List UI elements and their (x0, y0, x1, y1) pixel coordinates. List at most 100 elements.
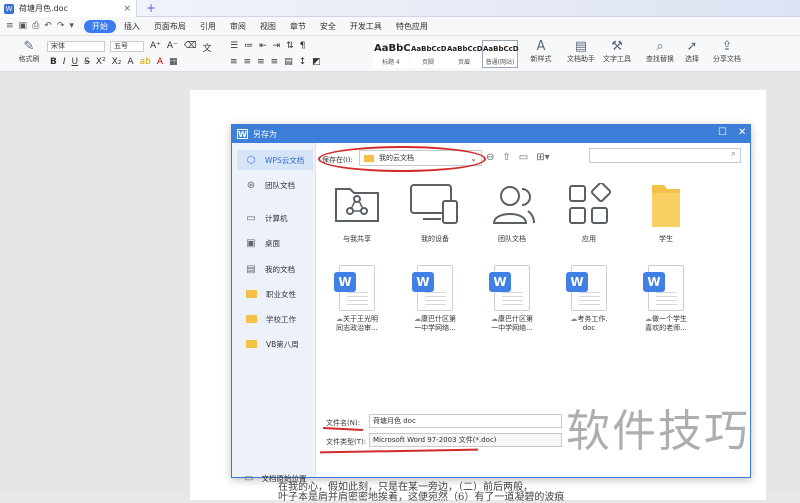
chevron-down-icon[interactable]: ▾ (69, 21, 74, 31)
highlight-icon[interactable]: ab (140, 57, 151, 67)
menu-hamburger-icon[interactable]: ≡ (6, 21, 14, 31)
style-preset[interactable]: AaBbCcDd 页脚 (410, 40, 452, 68)
filetype-select[interactable]: Microsoft Word 97-2003 文件(*.doc) (369, 433, 562, 447)
format-painter-label: 格式刷 (18, 55, 40, 63)
print-icon[interactable]: ⎙ (32, 21, 39, 31)
sort-icon[interactable]: ⇅ (286, 41, 294, 51)
close-icon[interactable]: ✕ (738, 127, 746, 138)
menu-item[interactable]: 审阅 (224, 20, 252, 33)
document-file-tile[interactable]: W ☁康巴什区第 一中学网络... (400, 265, 470, 333)
select-button[interactable]: ➚ 选择 (680, 40, 704, 64)
sidebar-item[interactable]: 学校工作 (237, 309, 313, 329)
redo-icon[interactable]: ↷ (57, 21, 65, 31)
phonetic-icon[interactable]: 文 (203, 41, 212, 54)
shading-icon[interactable]: ◩ (312, 57, 321, 67)
font-name-select[interactable]: 宋体 (47, 41, 105, 52)
document-file-tile[interactable]: W ☁康巴什区第 一中学网络... (477, 265, 547, 333)
word-doc-icon: W (4, 3, 14, 14)
view-mode-icon[interactable]: ⊞▾ (536, 152, 549, 163)
menu-row: ≡ ▣ ⎙ ↶ ↷ ▾ 开始 插入 页面布局 引用 审阅 视图 章节 安全 开发工具 特色应用 (0, 17, 800, 36)
text-effect-icon[interactable]: A (127, 57, 133, 67)
document-file-tile[interactable]: W ☁做一个学生 喜欢的老师... (631, 265, 701, 333)
bold-icon[interactable]: B (50, 57, 57, 67)
search-icon: ⌕ (730, 149, 736, 159)
new-tab-button[interactable]: + (146, 1, 156, 15)
search-input[interactable]: ⌕ (589, 148, 741, 163)
location-tile[interactable]: 应用 (554, 181, 624, 244)
text-tools-button[interactable]: ⚒ 文字工具 (600, 40, 634, 64)
font-size-select[interactable]: 五号 (110, 41, 144, 52)
menu-item[interactable]: 章节 (284, 20, 312, 33)
find-replace-button[interactable]: ⌕ 查找替换 (643, 40, 677, 64)
menu-item[interactable]: 特色应用 (390, 20, 434, 33)
new-folder-icon[interactable]: ▭ (519, 152, 528, 163)
new-style-icon: A (536, 39, 546, 54)
sidebar-item[interactable]: VB第八周 (237, 334, 313, 354)
align-center-icon[interactable]: ≡ (244, 57, 252, 67)
document-tab-title: 荷塘月色.doc (19, 4, 68, 13)
shrink-font-icon[interactable]: A⁻ (167, 41, 178, 54)
increase-indent-icon[interactable]: ⇥ (273, 41, 281, 51)
menu-item[interactable]: 页面布局 (148, 20, 192, 33)
doc-assistant-button[interactable]: ▤ 文档助手 (566, 40, 596, 64)
filename-input[interactable]: 荷塘月色 doc (369, 414, 562, 428)
style-preset[interactable]: AaBbCcD 普通(网站) (482, 40, 519, 68)
distribute-icon[interactable]: ▤ (284, 57, 293, 67)
location-tile[interactable]: 团队文档 (477, 183, 547, 244)
decrease-indent-icon[interactable]: ⇤ (259, 41, 267, 51)
strikethrough-icon[interactable]: S̶ (84, 57, 90, 67)
back-icon[interactable]: ⊖ (486, 152, 494, 163)
menu-item[interactable]: 开发工具 (344, 20, 388, 33)
menu-item[interactable]: 安全 (314, 20, 342, 33)
location-tile[interactable]: 我的设备 (400, 183, 470, 244)
sidebar-item[interactable]: ⊛ 团队文档 (237, 175, 313, 195)
share-doc-button[interactable]: ⇪ 分享文档 (710, 40, 744, 64)
close-tab-icon[interactable]: × (123, 4, 131, 14)
menu-item[interactable]: 引用 (194, 20, 222, 33)
devices-icon (400, 183, 470, 231)
sidebar-item[interactable]: ▤ 我的文档 (237, 259, 313, 279)
undo-icon[interactable]: ↶ (44, 21, 52, 31)
sidebar-item-label: 职业女性 (266, 289, 296, 299)
sidebar-item[interactable]: 职业女性 (237, 284, 313, 304)
line-spacing-icon[interactable]: ↕ (299, 57, 307, 67)
grow-font-icon[interactable]: A⁺ (150, 41, 161, 54)
document-file-tile[interactable]: W ☁关于王光明 同志政治审... (322, 265, 392, 333)
subscript-icon[interactable]: X₂ (112, 57, 122, 67)
original-location-button[interactable]: ▭ 文档原始位置 (244, 473, 306, 484)
numbering-icon[interactable]: ≔ (244, 41, 253, 51)
style-preset[interactable]: AaBbCcDd 页眉 (446, 40, 488, 68)
sidebar-item[interactable]: ▣ 桌面 (237, 233, 313, 253)
menu-item[interactable]: 开始 (83, 19, 116, 33)
align-left-icon[interactable]: ≡ (230, 57, 238, 67)
share-doc-label: 分享文档 (713, 55, 741, 63)
style-preview: AaBbC (374, 43, 411, 54)
sidebar-item[interactable]: ▭ 计算机 (237, 208, 313, 228)
bullets-icon[interactable]: ☰ (230, 41, 238, 51)
style-preset[interactable]: AaBbC 标题 4 (373, 40, 411, 68)
superscript-icon[interactable]: X² (96, 57, 106, 67)
location-tile[interactable]: 与我共享 (322, 183, 392, 244)
sidebar-item[interactable]: ⬡ WPS云文档 (237, 150, 313, 170)
align-right-icon[interactable]: ≡ (257, 57, 265, 67)
word-file-icon: W (334, 265, 375, 311)
italic-icon[interactable]: I (63, 57, 66, 67)
menu-item[interactable]: 视图 (254, 20, 282, 33)
new-style-button[interactable]: A 新样式 (526, 40, 556, 64)
up-folder-icon[interactable]: ⇧ (502, 152, 510, 163)
char-border-icon[interactable]: ▦ (169, 57, 178, 67)
document-tab[interactable]: W 荷塘月色.doc × (0, 0, 137, 17)
show-marks-icon[interactable]: ¶ (300, 41, 306, 51)
format-painter-button[interactable]: ✎ 格式刷 (14, 40, 44, 64)
justify-icon[interactable]: ≡ (271, 57, 279, 67)
clear-format-icon[interactable]: ⌫ (184, 41, 197, 54)
location-tile[interactable]: 学生 (631, 183, 701, 244)
document-file-tile[interactable]: W ☁考务工作. doc (554, 265, 624, 333)
menu-item[interactable]: 插入 (118, 20, 146, 33)
underline-icon[interactable]: U (72, 57, 79, 67)
desktop-icon: ▣ (246, 237, 256, 249)
maximize-icon[interactable]: ☐ (718, 127, 727, 138)
font-color-icon[interactable]: A (157, 57, 163, 67)
sidebar-item-label: WPS云文档 (265, 155, 305, 165)
save-icon[interactable]: ▣ (19, 21, 28, 31)
